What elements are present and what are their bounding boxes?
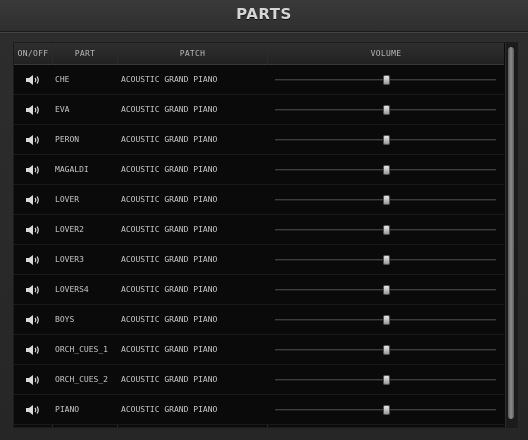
speaker-icon[interactable] — [25, 104, 41, 116]
table-row[interactable]: PIANO ACOUSTIC GRAND PIANO — [14, 395, 504, 425]
part-name: CHE — [55, 75, 70, 84]
onoff-toggle[interactable] — [14, 305, 52, 334]
table-header: ON/OFF PART PATCH VOLUME — [14, 43, 504, 65]
parts-panel: PARTS ON/OFF PART PATCH VOLUME CHE ACOUST… — [0, 0, 528, 440]
part-name: EVA — [55, 105, 70, 114]
part-name: LOVER3 — [55, 255, 84, 264]
volume-slider[interactable] — [269, 305, 502, 334]
onoff-toggle[interactable] — [14, 395, 52, 424]
volume-slider[interactable] — [269, 155, 502, 184]
column-header-part[interactable]: PART — [53, 43, 117, 64]
volume-slider[interactable] — [269, 65, 502, 94]
speaker-icon[interactable] — [25, 164, 41, 176]
patch-name[interactable]: ACOUSTIC GRAND PIANO — [121, 65, 266, 94]
volume-slider[interactable] — [269, 215, 502, 244]
part-name: MAGALDI — [55, 165, 89, 174]
title-divider — [0, 31, 528, 32]
volume-slider[interactable] — [269, 395, 502, 424]
patch-name[interactable]: ACOUSTIC GRAND PIANO — [121, 155, 266, 184]
table-row[interactable]: LOVER2 ACOUSTIC GRAND PIANO — [14, 215, 504, 245]
slider-thumb[interactable] — [382, 345, 390, 355]
onoff-toggle[interactable] — [14, 125, 52, 154]
patch-name[interactable]: ACOUSTIC GRAND PIANO — [121, 185, 266, 214]
patch-name[interactable]: ACOUSTIC GRAND PIANO — [121, 215, 266, 244]
vertical-scrollbar[interactable] — [505, 43, 517, 427]
speaker-icon[interactable] — [25, 254, 41, 266]
part-name: ORCH_CUES_1 — [55, 345, 108, 354]
onoff-toggle[interactable] — [14, 245, 52, 274]
speaker-icon[interactable] — [25, 314, 41, 326]
part-name: PERON — [55, 135, 80, 144]
slider-thumb[interactable] — [382, 375, 390, 385]
parts-table: ON/OFF PART PATCH VOLUME CHE ACOUSTIC GRA… — [13, 42, 518, 428]
slider-thumb[interactable] — [382, 405, 390, 415]
table-row[interactable]: EVA ACOUSTIC GRAND PIANO — [14, 95, 504, 125]
patch-name[interactable]: ACOUSTIC GRAND PIANO — [121, 95, 266, 124]
speaker-icon[interactable] — [25, 224, 41, 236]
slider-thumb[interactable] — [382, 75, 390, 85]
scrollbar-thumb[interactable] — [508, 47, 514, 419]
speaker-icon[interactable] — [25, 404, 41, 416]
part-name: ORCH_CUES_2 — [55, 375, 108, 384]
speaker-icon[interactable] — [25, 134, 41, 146]
table-row[interactable]: LOVER ACOUSTIC GRAND PIANO — [14, 185, 504, 215]
onoff-toggle[interactable] — [14, 365, 52, 394]
patch-name[interactable]: ACOUSTIC GRAND PIANO — [121, 125, 266, 154]
speaker-icon[interactable] — [25, 344, 41, 356]
column-header-volume[interactable]: VOLUME — [268, 43, 504, 64]
panel-title: PARTS — [236, 5, 292, 23]
onoff-toggle[interactable] — [14, 65, 52, 94]
slider-thumb[interactable] — [382, 255, 390, 265]
slider-thumb[interactable] — [382, 285, 390, 295]
slider-thumb[interactable] — [382, 165, 390, 175]
volume-slider[interactable] — [269, 95, 502, 124]
table-row[interactable]: MAGALDI ACOUSTIC GRAND PIANO — [14, 155, 504, 185]
slider-thumb[interactable] — [382, 135, 390, 145]
table-row[interactable]: CHE ACOUSTIC GRAND PIANO — [14, 65, 504, 95]
patch-name[interactable]: ACOUSTIC GRAND PIANO — [121, 245, 266, 274]
patch-name[interactable]: ACOUSTIC GRAND PIANO — [121, 365, 266, 394]
onoff-toggle[interactable] — [14, 215, 52, 244]
volume-slider[interactable] — [269, 185, 502, 214]
table-row[interactable]: LOVERS4 ACOUSTIC GRAND PIANO — [14, 275, 504, 305]
slider-thumb[interactable] — [382, 315, 390, 325]
onoff-toggle[interactable] — [14, 335, 52, 364]
part-name: PIANO — [55, 405, 80, 414]
speaker-icon[interactable] — [25, 374, 41, 386]
volume-slider[interactable] — [269, 245, 502, 274]
slider-thumb[interactable] — [382, 225, 390, 235]
onoff-toggle[interactable] — [14, 275, 52, 304]
table-row[interactable]: ORCH_CUES_2 ACOUSTIC GRAND PIANO — [14, 365, 504, 395]
patch-name[interactable]: ACOUSTIC GRAND PIANO — [121, 335, 266, 364]
patch-name[interactable]: ACOUSTIC GRAND PIANO — [121, 275, 266, 304]
table-row[interactable]: ORCH_CUES_1 ACOUSTIC GRAND PIANO — [14, 335, 504, 365]
patch-name[interactable]: ACOUSTIC GRAND PIANO — [121, 305, 266, 334]
patch-name[interactable]: ACOUSTIC GRAND PIANO — [121, 395, 266, 424]
onoff-toggle[interactable] — [14, 185, 52, 214]
slider-thumb[interactable] — [382, 105, 390, 115]
part-name: LOVER — [55, 195, 80, 204]
volume-slider[interactable] — [269, 335, 502, 364]
speaker-icon[interactable] — [25, 194, 41, 206]
part-name: LOVER2 — [55, 225, 84, 234]
volume-slider[interactable] — [269, 125, 502, 154]
table-body: CHE ACOUSTIC GRAND PIANO EVA ACOUSTIC GRAND… — [14, 65, 504, 425]
speaker-icon[interactable] — [25, 74, 41, 86]
volume-slider[interactable] — [269, 365, 502, 394]
onoff-toggle[interactable] — [14, 155, 52, 184]
slider-thumb[interactable] — [382, 195, 390, 205]
part-name: LOVERS4 — [55, 285, 89, 294]
volume-slider[interactable] — [269, 275, 502, 304]
table-row[interactable]: PERON ACOUSTIC GRAND PIANO — [14, 125, 504, 155]
table-row[interactable]: LOVER3 ACOUSTIC GRAND PIANO — [14, 245, 504, 275]
part-name: BOYS — [55, 315, 75, 324]
onoff-toggle[interactable] — [14, 95, 52, 124]
column-header-onoff[interactable]: ON/OFF — [14, 43, 52, 64]
speaker-icon[interactable] — [25, 284, 41, 296]
table-row[interactable]: BOYS ACOUSTIC GRAND PIANO — [14, 305, 504, 335]
column-header-patch[interactable]: PATCH — [118, 43, 267, 64]
